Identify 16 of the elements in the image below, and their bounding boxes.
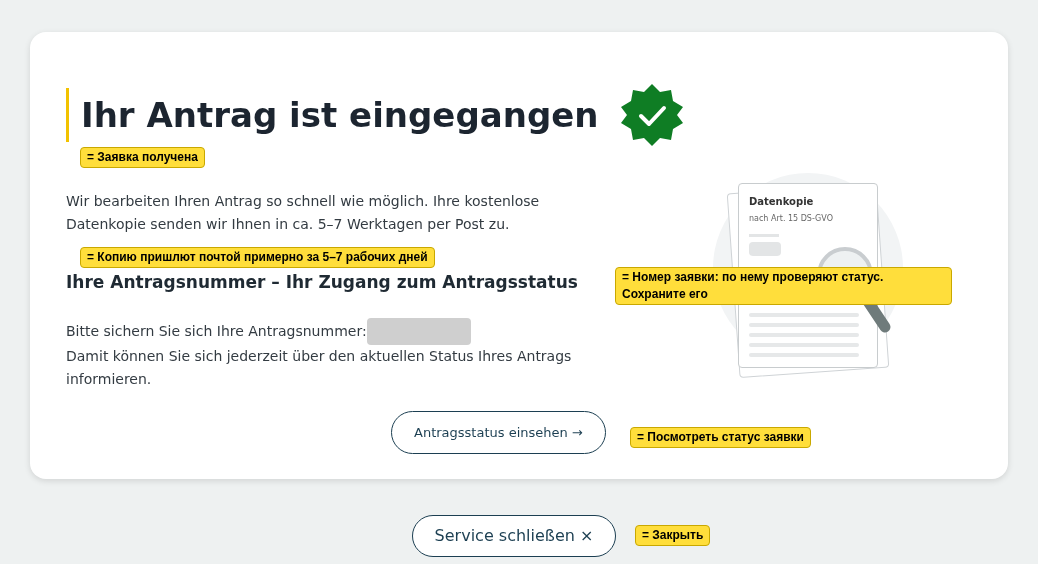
document-title: Datenkopie: [749, 195, 815, 209]
placeholder-block: [749, 242, 781, 256]
annotation-label: = Номер заявки: по нему проверяют статус. Сохраните его: [615, 267, 952, 305]
page-title: Ihr Antrag ist eingegangen: [66, 88, 599, 142]
annotation-label: = Заявка получена: [80, 147, 205, 168]
verified-check-icon: [618, 82, 685, 148]
annotation-label: = Закрыть: [635, 525, 711, 546]
intro-text: Wir bearbeiten Ihren Antrag so schnell wie möglich. Ihre kostenlose Datenkopie senden wir Ihnen in ca. 5–7 Werktagen per Post zu.: [66, 192, 541, 234]
close-service-button[interactable]: Service schließen ×: [411, 515, 617, 557]
number-label: Bitte sichern Sie sich Ihre Antragsnummer:: [66, 322, 367, 341]
status-button[interactable]: Antragsstatus einsehen →: [391, 411, 606, 454]
document-subtitle: nach Art. 15 DS-GVO: [749, 214, 834, 223]
annotation-label: = Посмотреть статус заявки: [630, 427, 811, 448]
annotation-label: = Копию пришлют почтой примерно за 5–7 рабочих дней: [80, 247, 435, 268]
section-heading: Ihre Antragsnummer – Ihr Zugang zum Antragsstatus: [66, 271, 578, 294]
number-note: Damit können Sie sich jederzeit über den aktuellen Status Ihres Antrags informieren.: [66, 347, 573, 389]
